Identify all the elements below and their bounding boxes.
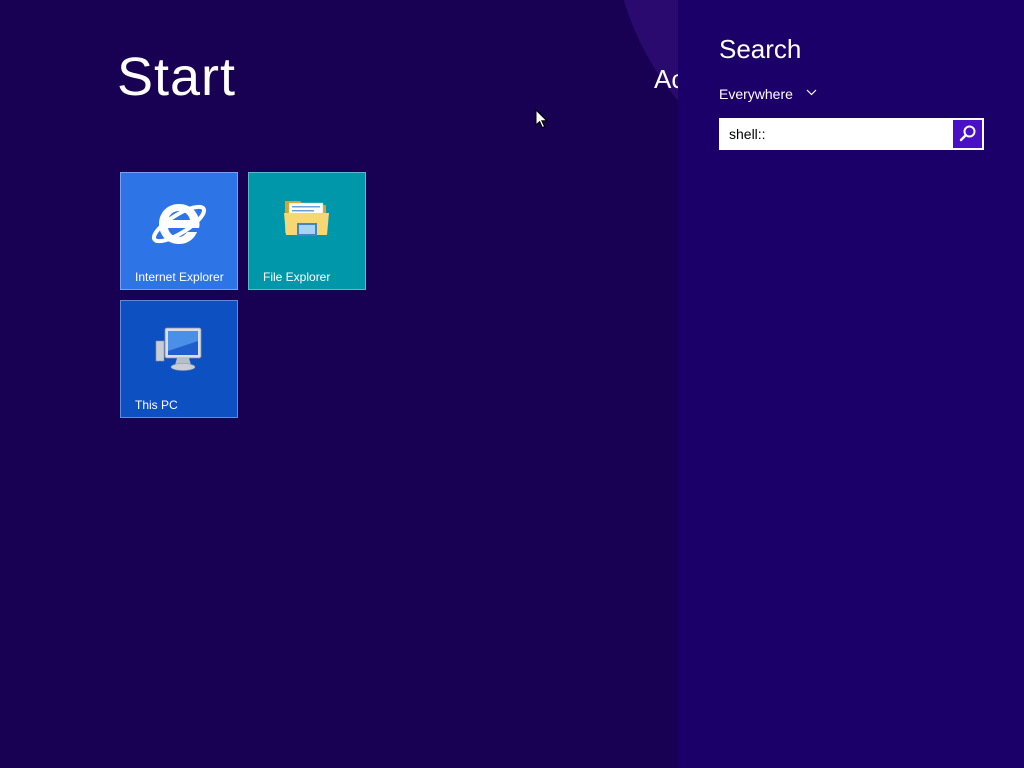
search-heading: Search [719, 34, 802, 64]
folder-icon [284, 201, 329, 236]
search-input[interactable] [721, 120, 953, 148]
internet-explorer-icon [151, 204, 207, 244]
chevron-down-icon [806, 89, 817, 96]
tile-label: Internet Explorer [135, 270, 224, 284]
search-charm-panel: Search Everywhere [678, 0, 1024, 768]
tile-this-pc[interactable]: This PC [120, 300, 238, 418]
start-title: Start [117, 47, 237, 107]
tile-label: File Explorer [263, 270, 331, 284]
mouse-cursor-icon [535, 109, 549, 129]
search-icon [959, 125, 976, 142]
search-scope-label: Everywhere [719, 86, 793, 102]
search-box [719, 118, 984, 150]
computer-icon [155, 327, 202, 371]
tile-internet-explorer[interactable]: Internet Explorer [120, 172, 238, 290]
tile-label: This PC [135, 398, 178, 412]
start-screen: Start Ac Internet Explorer File Explorer [0, 0, 1024, 768]
tile-file-explorer[interactable]: File Explorer [248, 172, 366, 290]
search-scope-dropdown[interactable]: Everywhere [719, 86, 817, 102]
search-button[interactable] [953, 120, 982, 148]
